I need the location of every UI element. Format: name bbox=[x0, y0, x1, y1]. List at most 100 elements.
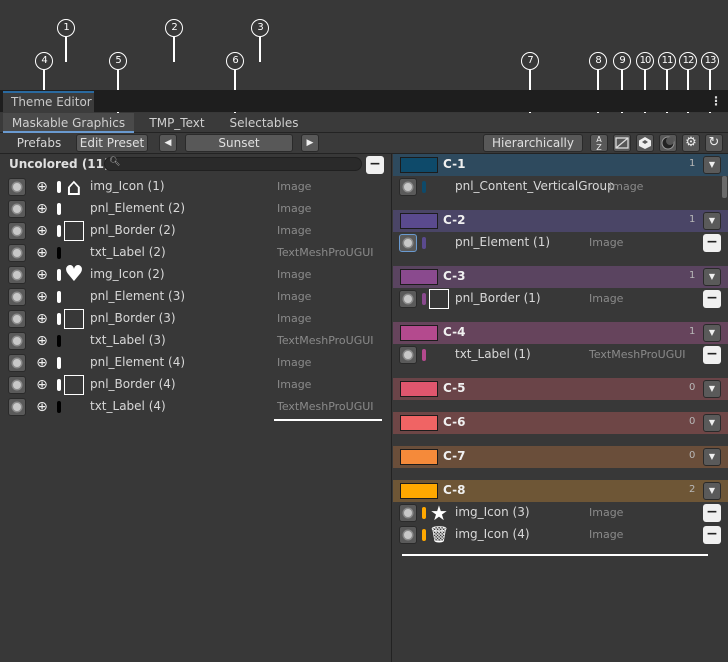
annotation-groups-line bbox=[402, 554, 708, 556]
color-swatch[interactable] bbox=[400, 449, 438, 465]
preset-name-field[interactable]: Sunset bbox=[185, 134, 293, 152]
globe-icon[interactable]: ⊕ bbox=[33, 266, 51, 284]
remove-item-button[interactable]: − bbox=[703, 234, 721, 252]
color-swatch[interactable] bbox=[400, 483, 438, 499]
group-dropdown-button[interactable]: ▼ bbox=[703, 156, 721, 174]
color-swatch[interactable] bbox=[400, 415, 438, 431]
color-swatch[interactable] bbox=[400, 325, 438, 341]
unity-logo-icon[interactable] bbox=[636, 134, 654, 152]
color-group-header[interactable]: C-1 1 ▼ bbox=[393, 154, 728, 176]
globe-icon[interactable]: ⊕ bbox=[33, 200, 51, 218]
select-toggle[interactable] bbox=[8, 354, 26, 372]
uncolored-row[interactable]: ⊕ pnl_Element (2) Image bbox=[0, 198, 390, 220]
color-group-header[interactable]: C-7 0 ▼ bbox=[393, 446, 728, 468]
select-toggle[interactable] bbox=[8, 288, 26, 306]
uncolored-row[interactable]: ⊕ txt_Label (2) TextMeshProUGUI bbox=[0, 242, 390, 264]
color-group-header[interactable]: C-3 1 ▼ bbox=[393, 266, 728, 288]
search-input[interactable]: 🔍︎ bbox=[104, 157, 362, 171]
select-toggle[interactable] bbox=[8, 178, 26, 196]
uncolored-row[interactable]: ⊕ pnl_Element (4) Image bbox=[0, 352, 390, 374]
globe-icon[interactable]: ⊕ bbox=[33, 398, 51, 416]
globe-icon[interactable]: ⊕ bbox=[33, 288, 51, 306]
color-group-header[interactable]: C-4 1 ▼ bbox=[393, 322, 728, 344]
select-toggle[interactable] bbox=[399, 346, 417, 364]
tab-maskable-graphics[interactable]: Maskable Graphics bbox=[3, 113, 134, 133]
color-swatch[interactable] bbox=[400, 269, 438, 285]
group-item-row[interactable]: ★ img_Icon (3) Image − bbox=[393, 502, 728, 524]
callout-8: 8 bbox=[589, 52, 607, 70]
color-swatch[interactable] bbox=[400, 213, 438, 229]
uncolored-row[interactable]: ⊕ ♥ img_Icon (2) Image bbox=[0, 264, 390, 286]
item-type: Image bbox=[589, 528, 624, 541]
previous-preset-button[interactable]: ◀ bbox=[159, 134, 177, 152]
select-toggle[interactable] bbox=[399, 504, 417, 522]
group-item-row[interactable]: pnl_Border (1) Image − bbox=[393, 288, 728, 310]
scrollbar[interactable] bbox=[722, 176, 727, 198]
heart-icon: ♥ bbox=[64, 262, 84, 287]
group-dropdown-button[interactable]: ▼ bbox=[703, 212, 721, 230]
globe-icon[interactable]: ⊕ bbox=[33, 354, 51, 372]
select-toggle[interactable] bbox=[8, 244, 26, 262]
color-swatch[interactable] bbox=[400, 381, 438, 397]
group-dropdown-button[interactable]: ▼ bbox=[703, 324, 721, 342]
color-group-header[interactable]: C-2 1 ▼ bbox=[393, 210, 728, 232]
group-item-row[interactable]: 🗑︎ img_Icon (4) Image − bbox=[393, 524, 728, 546]
prefabs-button[interactable]: Prefabs bbox=[8, 134, 70, 152]
refresh-icon[interactable]: ↻ bbox=[705, 134, 723, 152]
group-dropdown-button[interactable]: ▼ bbox=[703, 380, 721, 398]
select-toggle[interactable] bbox=[8, 310, 26, 328]
uncolored-row[interactable]: ⊕ pnl_Border (2) Image bbox=[0, 220, 390, 242]
select-toggle[interactable] bbox=[8, 332, 26, 350]
select-toggle[interactable] bbox=[8, 398, 26, 416]
globe-icon[interactable]: ⊕ bbox=[33, 376, 51, 394]
uncolored-row[interactable]: ⊕ txt_Label (4) TextMeshProUGUI bbox=[0, 396, 390, 418]
kebab-menu-icon[interactable]: ⋮ bbox=[710, 94, 722, 108]
collapse-uncolored-button[interactable]: − bbox=[366, 156, 384, 174]
color-bar bbox=[57, 247, 61, 259]
tab-selectables[interactable]: Selectables bbox=[222, 113, 306, 133]
uncolored-row[interactable]: ⊕ pnl_Element (3) Image bbox=[0, 286, 390, 308]
color-swatch[interactable] bbox=[400, 157, 438, 173]
remove-item-button[interactable]: − bbox=[703, 346, 721, 364]
radio-icon bbox=[13, 249, 21, 257]
remove-item-button[interactable]: − bbox=[703, 526, 721, 544]
group-dropdown-button[interactable]: ▼ bbox=[703, 448, 721, 466]
globe-icon[interactable]: ⊕ bbox=[33, 332, 51, 350]
next-preset-button[interactable]: ▶ bbox=[301, 134, 319, 152]
color-group-header[interactable]: C-6 0 ▼ bbox=[393, 412, 728, 434]
globe-icon[interactable]: ⊕ bbox=[33, 178, 51, 196]
color-group-header[interactable]: C-8 2 ▼ bbox=[393, 480, 728, 502]
select-toggle[interactable] bbox=[399, 526, 417, 544]
globe-icon[interactable]: ⊕ bbox=[33, 310, 51, 328]
image-off-icon[interactable] bbox=[613, 134, 631, 152]
edit-preset-button[interactable]: Edit Preset bbox=[76, 134, 148, 152]
tab-tmp-text[interactable]: TMP_Text bbox=[140, 113, 214, 133]
globe-icon[interactable]: ⊕ bbox=[33, 222, 51, 240]
select-toggle[interactable] bbox=[8, 266, 26, 284]
select-toggle[interactable] bbox=[8, 200, 26, 218]
globe-icon[interactable]: ⊕ bbox=[33, 244, 51, 262]
uncolored-row[interactable]: ⊕ ⌂ img_Icon (1) Image bbox=[0, 175, 390, 199]
group-dropdown-button[interactable]: ▼ bbox=[703, 414, 721, 432]
group-dropdown-button[interactable]: ▼ bbox=[703, 482, 721, 500]
uncolored-row[interactable]: ⊕ pnl_Border (3) Image bbox=[0, 308, 390, 330]
group-item-row[interactable]: pnl_Element (1) Image − bbox=[393, 232, 728, 254]
uncolored-row[interactable]: ⊕ pnl_Border (4) Image bbox=[0, 374, 390, 396]
select-toggle[interactable] bbox=[399, 234, 417, 252]
sort-az-icon[interactable]: AZ bbox=[590, 134, 608, 152]
remove-item-button[interactable]: − bbox=[703, 290, 721, 308]
window-tab-theme-editor[interactable]: Theme Editor bbox=[3, 91, 94, 113]
sort-mode-dropdown[interactable]: Hierarchically bbox=[483, 134, 583, 152]
settings-icon[interactable]: ⚙ bbox=[682, 134, 700, 152]
select-toggle[interactable] bbox=[399, 290, 417, 308]
color-group-header[interactable]: C-5 0 ▼ bbox=[393, 378, 728, 400]
select-toggle[interactable] bbox=[8, 222, 26, 240]
group-item-row[interactable]: txt_Label (1) TextMeshProUGUI − bbox=[393, 344, 728, 366]
group-item-row[interactable]: pnl_Content_VerticalGroup Image bbox=[393, 176, 728, 198]
remove-item-button[interactable]: − bbox=[703, 504, 721, 522]
select-toggle[interactable] bbox=[399, 178, 417, 196]
dark-mode-icon[interactable] bbox=[659, 134, 677, 152]
uncolored-row[interactable]: ⊕ txt_Label (3) TextMeshProUGUI bbox=[0, 330, 390, 352]
group-dropdown-button[interactable]: ▼ bbox=[703, 268, 721, 286]
select-toggle[interactable] bbox=[8, 376, 26, 394]
